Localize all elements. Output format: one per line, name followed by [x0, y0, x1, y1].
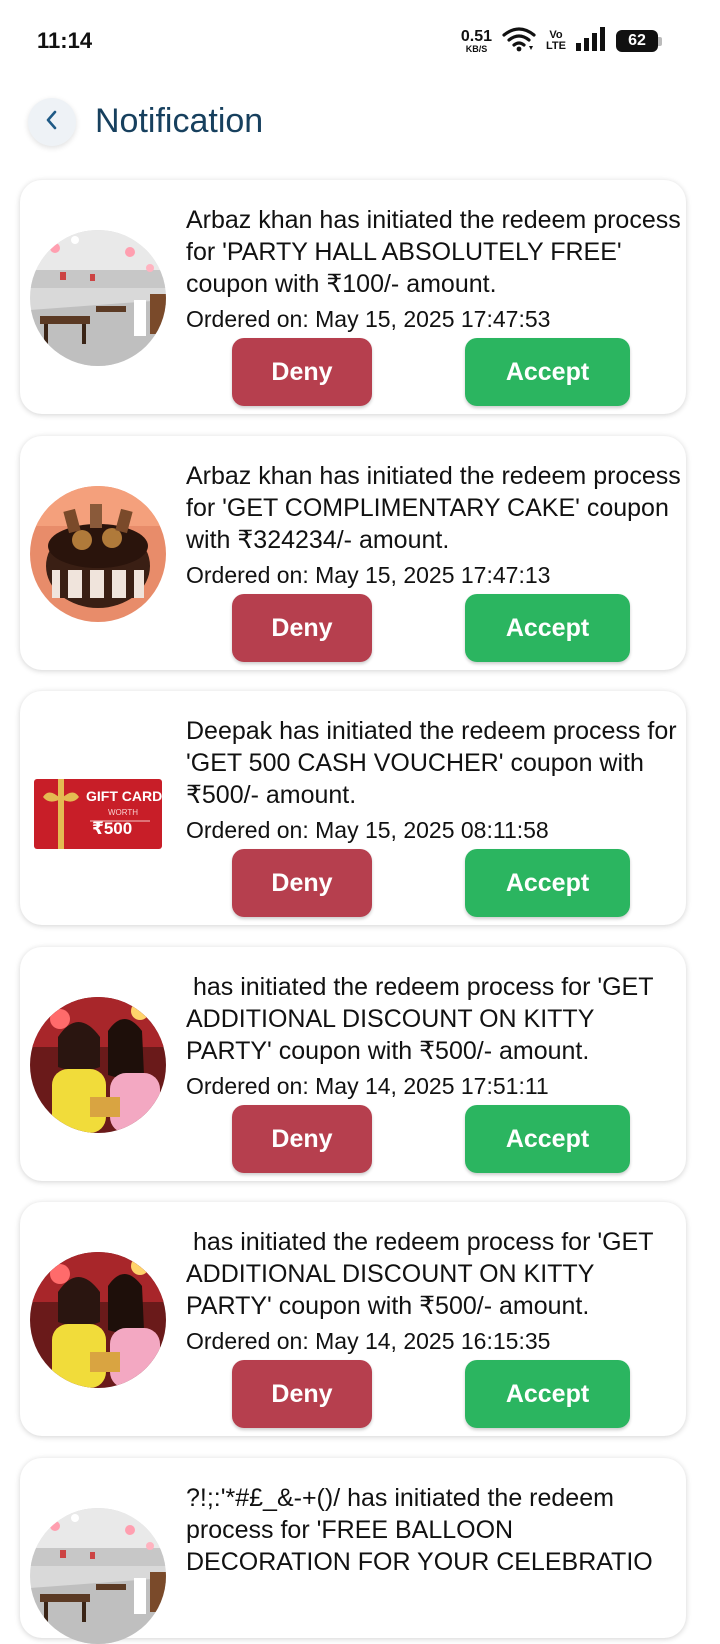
network-speed: 0.51 KB/S — [460, 27, 493, 54]
battery-icon: 62 — [616, 30, 662, 52]
app-header: Notification — [0, 90, 720, 160]
notification-message: Arbaz khan has initiated the redeem proc… — [186, 206, 681, 298]
ordered-on: Ordered on: May 14, 2025 16:15:35 — [186, 1328, 551, 1354]
status-icons: 0.51 KB/S Vo LTE 62 — [460, 26, 662, 57]
status-time: 11:14 — [37, 28, 93, 53]
notification-card: ?!;:'*#£_&-+()/ has initiated the redeem… — [20, 1458, 686, 1638]
deny-button[interactable]: Deny — [232, 1105, 372, 1173]
battery-level: 62 — [628, 32, 646, 49]
volte-indicator: Vo LTE — [546, 30, 566, 52]
status-bar: 11:14 0.51 KB/S Vo LTE 62 — [0, 0, 720, 80]
gift-card-image: GIFT CARD WORTH ₹500 — [30, 741, 166, 877]
accept-button[interactable]: Accept — [465, 338, 630, 406]
notification-card: Arbaz khan has initiated the redeem proc… — [20, 436, 686, 670]
wifi-icon — [502, 26, 536, 57]
gift-card-amount: ₹500 — [92, 819, 133, 838]
notification-card: has initiated the redeem process for 'GE… — [20, 947, 686, 1181]
signal-icon — [576, 26, 606, 56]
deny-button[interactable]: Deny — [232, 594, 372, 662]
notification-card: has initiated the redeem process for 'GE… — [20, 1202, 686, 1436]
deny-button[interactable]: Deny — [232, 1360, 372, 1428]
accept-button[interactable]: Accept — [465, 594, 630, 662]
party-hall-photo — [30, 1508, 166, 1644]
gift-card-title: GIFT CARD — [86, 788, 163, 804]
cake-photo — [30, 486, 166, 622]
back-button[interactable] — [28, 98, 76, 146]
notification-message: ?!;:'*#£_&-+()/ has initiated the redeem… — [186, 1484, 653, 1576]
notification-card: Arbaz khan has initiated the redeem proc… — [20, 180, 686, 414]
ordered-on: Ordered on: May 14, 2025 17:51:11 — [186, 1073, 549, 1099]
kitty-party-photo — [30, 997, 166, 1133]
deny-button[interactable]: Deny — [232, 338, 372, 406]
page-title: Notification — [95, 102, 264, 140]
accept-button[interactable]: Accept — [465, 849, 630, 917]
notification-message: has initiated the redeem process for 'GE… — [186, 973, 666, 1065]
party-hall-photo — [30, 230, 166, 366]
volte-bottom: LTE — [546, 40, 566, 52]
network-speed-unit: KB/S — [465, 43, 488, 54]
ordered-on: Ordered on: May 15, 2025 17:47:13 — [186, 562, 551, 588]
network-speed-value: 0.51 — [460, 27, 493, 45]
ordered-on: Ordered on: May 15, 2025 17:47:53 — [186, 306, 551, 332]
accept-button[interactable]: Accept — [465, 1105, 630, 1173]
gift-card-worth: WORTH — [108, 808, 139, 817]
ordered-on: Ordered on: May 15, 2025 08:11:58 — [186, 817, 549, 843]
kitty-party-photo — [30, 1252, 166, 1388]
accept-button[interactable]: Accept — [465, 1360, 630, 1428]
notification-message: Arbaz khan has initiated the redeem proc… — [186, 462, 681, 554]
notification-card: GIFT CARD WORTH ₹500 Deepak has initiate… — [20, 691, 686, 925]
notification-message: has initiated the redeem process for 'GE… — [186, 1228, 666, 1320]
chevron-left-icon — [42, 108, 62, 137]
notification-message: Deepak has initiated the redeem process … — [186, 717, 677, 809]
deny-button[interactable]: Deny — [232, 849, 372, 917]
